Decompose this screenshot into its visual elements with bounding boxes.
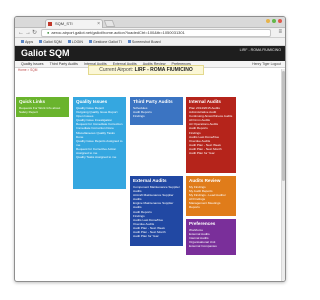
nav-bar: ← → ↻ ● aeroc.airport.galiot.net/galiot/h…: [15, 28, 285, 38]
maximize-icon[interactable]: [272, 19, 276, 23]
bookmark-icon: [67, 40, 71, 43]
tile-link[interactable]: External Companies: [189, 244, 233, 248]
tile-link[interactable]: Findings: [133, 114, 180, 118]
lock-icon: ●: [47, 30, 50, 35]
tile-quality-issues: Quality Issues Quality Issue Report Outg…: [73, 97, 126, 189]
menu-third-party-audits[interactable]: Third Party Audits: [50, 61, 78, 67]
scroll-thumb[interactable]: [282, 71, 285, 181]
tile-link[interactable]: Requests For Work Info about Safety Repo…: [19, 106, 66, 114]
tile-third-party-audits: Third Party Audits Schedules Audit Repor…: [130, 97, 183, 125]
window-controls: [266, 19, 282, 23]
app-logo[interactable]: Galiot SQM: [21, 48, 70, 58]
tile-link[interactable]: Engine Maintenance Supplier Audits: [133, 201, 180, 209]
tab-bar: SQM_STI ×: [15, 17, 285, 28]
tile-title: External Audits: [133, 178, 167, 183]
tile-title: Quality Issues: [76, 99, 108, 104]
back-icon[interactable]: ←: [18, 29, 24, 37]
tile-link[interactable]: Audit Plan for Year: [133, 234, 180, 238]
tile-quick-links: Quick Links Requests For Work Info about…: [16, 97, 69, 117]
menu-icon[interactable]: ≡: [278, 29, 282, 35]
tab-title: SQM_STI: [55, 21, 73, 26]
forward-icon[interactable]: →: [25, 29, 31, 37]
favicon-icon: [48, 22, 52, 26]
app-header: Galiot SQM LIRF - ROMA FIUMICINO: [15, 46, 285, 61]
tile-link[interactable]: Quality Issue Reports Assigned to me: [76, 139, 123, 147]
tile-preferences: Preferences Workforce External Audits In…: [186, 219, 236, 255]
apps-icon: [21, 40, 24, 43]
tile-link[interactable]: Component Maintenance Supplier Audits: [133, 185, 180, 193]
tile-link[interactable]: Request for Corrective Action Assigned t…: [76, 147, 123, 155]
bookmark-item[interactable]: LOGIN: [67, 38, 83, 45]
tile-title: Preferences: [189, 221, 216, 226]
current-airport-label: Current Airport:: [99, 67, 134, 73]
bookmark-item[interactable]: Apps: [21, 38, 33, 45]
browser-tab[interactable]: SQM_STI ×: [45, 19, 103, 28]
close-icon[interactable]: ×: [97, 20, 100, 28]
header-airport: LIRF - ROMA FIUMICINO: [239, 48, 281, 52]
tile-title: Quick Links: [19, 99, 46, 104]
bookmark-item[interactable]: Screenshot Board: [127, 38, 161, 45]
address-bar[interactable]: ● aeroc.airport.galiot.net/galiot/home.ac…: [41, 29, 271, 37]
scrollbar[interactable]: [281, 69, 285, 281]
tile-title: Third Party Audits: [133, 99, 173, 104]
tile-link[interactable]: Quality Tasks Assigned to me: [76, 155, 123, 159]
tile-title: Internal Audits: [189, 99, 221, 104]
tile-link[interactable]: Audit Plan for Year: [189, 151, 233, 155]
bookmark-icon: [88, 40, 92, 43]
tile-title: Audits Review: [189, 178, 221, 183]
new-tab-button[interactable]: [103, 20, 116, 27]
user-area[interactable]: Henry Tiger Logout: [252, 61, 281, 68]
reload-icon[interactable]: ↻: [32, 29, 37, 37]
close-window-icon[interactable]: [278, 19, 282, 23]
tile-link[interactable]: Aircraft Maintenance Supplier Audits: [133, 193, 180, 201]
tile-audits-review: Audits Review My Findings My Audit Repor…: [186, 176, 236, 216]
url-text: aeroc.airport.galiot.net/galiot/home.act…: [51, 30, 185, 35]
bookmark-item[interactable]: Galiot SQM: [39, 38, 62, 45]
bookmark-item[interactable]: Gestione Galiot TI: [88, 38, 122, 45]
tile-internal-audits: Internal Audits Plan 2014/2015 Audits Ad…: [186, 97, 236, 173]
tile-link[interactable]: Reports: [189, 205, 233, 209]
minimize-icon[interactable]: [266, 19, 270, 23]
tile-external-audits: External Audits Component Maintenance Su…: [130, 176, 183, 246]
bookmark-icon: [127, 40, 131, 43]
menu-quality-issues[interactable]: Quality Issues: [21, 61, 44, 67]
tile-link[interactable]: Miscellaneous Quality Tasks Done: [76, 131, 123, 139]
current-airport-value: LIRF - ROMA FIUMICINO: [134, 67, 193, 73]
bookmark-icon: [39, 40, 43, 43]
current-airport-banner: Current Airport: LIRF - ROMA FIUMICINO: [88, 65, 204, 75]
bookmarks-bar: Apps Galiot SQM LOGIN Gestione Galiot TI…: [15, 38, 285, 46]
